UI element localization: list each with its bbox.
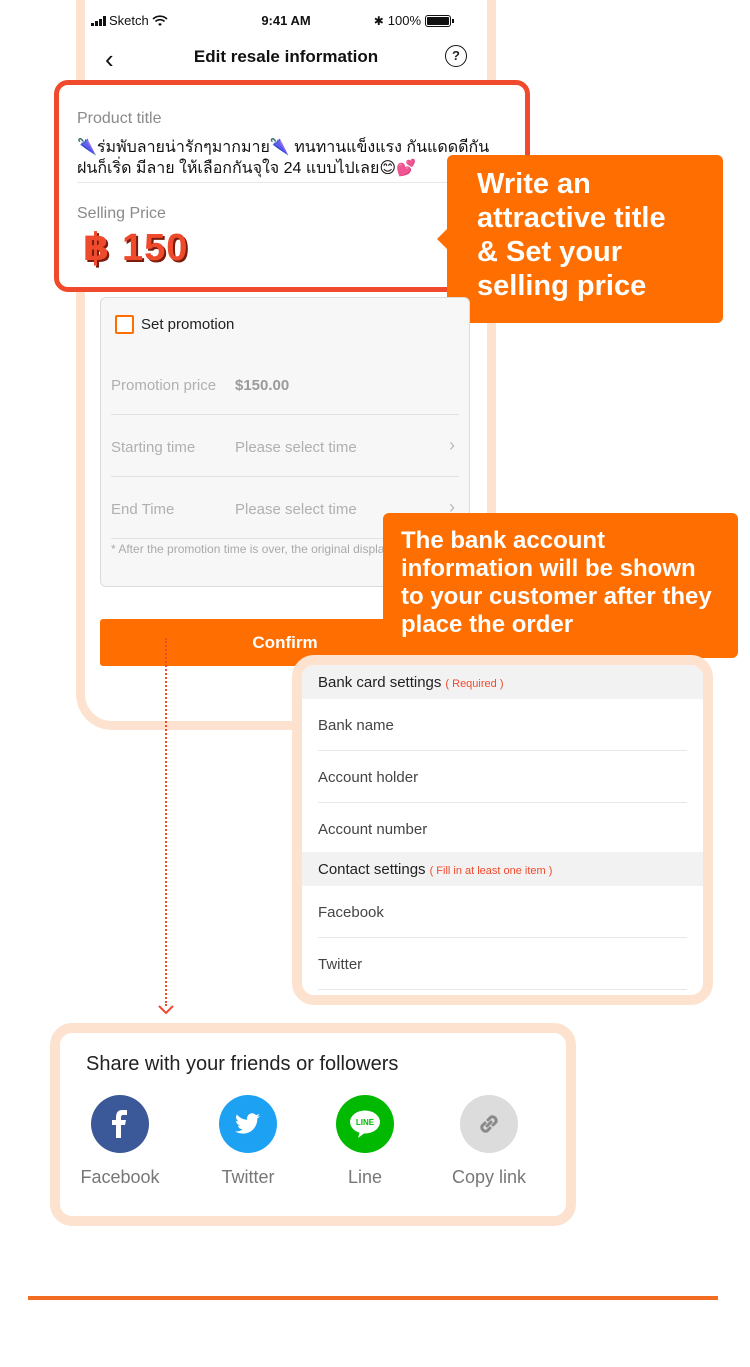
twitter-label: Twitter xyxy=(318,956,363,973)
bank-name-label: Bank name xyxy=(318,717,394,734)
promotion-label: Set promotion xyxy=(141,316,235,333)
account-number-field[interactable]: Account number xyxy=(318,803,687,855)
promotion-price-value: $150.00 xyxy=(235,377,290,394)
share-facebook[interactable]: Facebook xyxy=(70,1095,170,1188)
bank-settings-panel: Bank card settings( Required ) Bank name… xyxy=(292,655,713,1005)
starting-time-label: Starting time xyxy=(111,439,196,456)
required-note: ( Required ) xyxy=(445,678,504,690)
twitter-icon xyxy=(219,1095,277,1153)
line-icon: LINE xyxy=(336,1095,394,1153)
share-copy-link[interactable]: Copy link xyxy=(439,1095,539,1188)
account-holder-label: Account holder xyxy=(318,769,419,786)
nav-bar: ‹ Edit resale information ? xyxy=(85,40,487,76)
twitter-field[interactable]: Twitter xyxy=(318,938,687,990)
battery-percent: 100% xyxy=(387,13,421,28)
promotion-note: * After the promotion time is over, the … xyxy=(111,542,408,556)
account-holder-field[interactable]: Account holder xyxy=(318,751,687,803)
facebook-field[interactable]: Facebook xyxy=(318,886,687,938)
promotion-price-label: Promotion price xyxy=(111,377,217,394)
link-icon xyxy=(460,1095,518,1153)
bank-name-field[interactable]: Bank name xyxy=(318,699,687,751)
bluetooth-icon: ✱ xyxy=(373,13,384,28)
selling-price-label: Selling Price xyxy=(77,205,166,222)
contact-note: ( Fill in at least one item ) xyxy=(429,865,553,877)
share-twitter[interactable]: Twitter xyxy=(198,1095,298,1188)
product-title-label: Product title xyxy=(77,110,162,127)
status-bar: Sketch 9:41 AM ✱ 100% xyxy=(85,10,487,32)
contact-section-header: Contact settings( Fill in at least one i… xyxy=(302,852,703,886)
facebook-share-label: Facebook xyxy=(80,1167,160,1187)
help-icon[interactable]: ? xyxy=(445,45,467,67)
bank-section-header: Bank card settings( Required ) xyxy=(302,665,703,699)
arrow-down-icon xyxy=(158,1005,174,1015)
facebook-icon xyxy=(91,1095,149,1153)
battery-icon xyxy=(425,14,454,27)
starting-time-row[interactable]: Starting time Please select time › xyxy=(111,415,459,477)
page-title: Edit resale information xyxy=(193,47,379,66)
promotion-checkbox[interactable] xyxy=(115,315,134,334)
account-number-label: Account number xyxy=(318,821,428,838)
share-line[interactable]: LINE Line xyxy=(315,1095,415,1188)
share-title: Share with your friends or followers xyxy=(86,1053,399,1075)
dotted-connector xyxy=(165,638,167,1006)
share-panel: Share with your friends or followers Fac… xyxy=(50,1023,576,1226)
chevron-right-icon: › xyxy=(449,435,455,455)
selling-price-input[interactable]: ฿ 150 xyxy=(83,225,188,270)
bank-section-title: Bank card settings xyxy=(318,674,442,691)
divider xyxy=(77,182,507,183)
svg-text:LINE: LINE xyxy=(356,1118,375,1127)
bottom-divider xyxy=(28,1296,718,1300)
promotion-price-row[interactable]: Promotion price $150.00 xyxy=(111,353,459,415)
twitter-share-label: Twitter xyxy=(221,1167,275,1187)
line-share-label: Line xyxy=(347,1167,383,1187)
status-right: ✱ 100% xyxy=(373,13,454,28)
callout-bank-info: The bank account information will be sho… xyxy=(383,513,738,668)
starting-time-value: Please select time xyxy=(235,439,357,456)
callout-title-price: Write an attractive title & Set your sel… xyxy=(437,155,723,323)
product-title-input[interactable]: 🌂ร่มพับลายน่ารักๆมากมาย🌂 ทนทานแข็งแรง กั… xyxy=(77,137,507,179)
end-time-label: End Time xyxy=(111,501,175,518)
end-time-value: Please select time xyxy=(235,501,357,518)
copy-link-label: Copy link xyxy=(451,1167,527,1187)
contact-section-title: Contact settings xyxy=(318,861,426,878)
facebook-label: Facebook xyxy=(318,904,384,921)
